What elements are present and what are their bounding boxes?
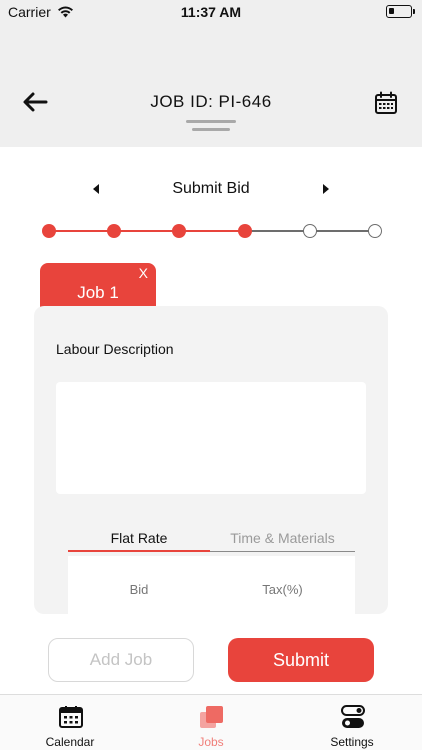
triangle-right-icon xyxy=(323,184,329,194)
submit-button[interactable]: Submit xyxy=(228,638,374,682)
step-dot-complete xyxy=(42,224,56,238)
bid-column-label: Bid xyxy=(129,582,149,597)
nav-item-calendar[interactable]: Calendar xyxy=(0,695,140,750)
progress-connector xyxy=(114,230,180,232)
remove-job-button[interactable]: X xyxy=(139,265,148,281)
status-time: 11:37 AM xyxy=(180,4,242,20)
progress-connector xyxy=(309,230,375,232)
labour-description-label: Labour Description xyxy=(56,341,174,357)
step-dot-pending xyxy=(368,224,382,238)
nav-label-jobs: Jobs xyxy=(198,735,224,749)
calendar-icon xyxy=(375,91,397,114)
tab-flat-rate[interactable]: Flat Rate xyxy=(68,530,210,546)
header: JOB ID: PI-646 xyxy=(0,24,422,147)
nav-item-jobs[interactable]: Jobs xyxy=(141,695,281,750)
nav-label-calendar: Calendar xyxy=(45,735,95,749)
labour-description-input[interactable] xyxy=(56,382,366,494)
calendar-button[interactable] xyxy=(374,91,398,115)
progress-stepper xyxy=(42,222,382,240)
drag-handle[interactable] xyxy=(186,120,236,134)
next-step-button[interactable] xyxy=(320,182,332,196)
toggle-settings-icon xyxy=(341,705,365,728)
page-title: JOB ID: PI-646 xyxy=(150,92,272,111)
step-dot-complete xyxy=(237,224,252,238)
flat-rate-panel: Bid Tax(%) xyxy=(68,556,355,614)
progress-connector xyxy=(49,230,115,232)
step-dot-complete xyxy=(172,224,187,238)
tab-time-materials[interactable]: Time & Materials xyxy=(210,530,355,546)
job-card: Labour Description Flat Rate Time & Mate… xyxy=(34,306,388,614)
rate-type-tabs: Flat Rate Time & Materials xyxy=(68,522,355,552)
active-tab-indicator xyxy=(68,550,210,552)
tax-column-label: Tax(%) xyxy=(262,582,303,597)
step-navigator: Submit Bid xyxy=(0,178,422,204)
calendar-icon xyxy=(59,706,83,728)
step-title: Submit Bid xyxy=(172,180,250,197)
nav-label-settings: Settings xyxy=(330,735,374,749)
add-job-button[interactable]: Add Job xyxy=(48,638,194,682)
progress-connector xyxy=(244,230,310,232)
step-dot-pending xyxy=(302,224,317,238)
step-dot-complete xyxy=(107,224,122,238)
battery-icon xyxy=(386,5,415,18)
jobs-stack-icon xyxy=(200,706,223,728)
job-tab-label: Job 1 xyxy=(77,283,119,302)
status-bar: Carrier 11:37 AM xyxy=(0,0,422,24)
progress-connector xyxy=(179,230,245,232)
tab-divider xyxy=(210,551,355,552)
bottom-navigation: Calendar Jobs Settings xyxy=(0,694,422,750)
nav-item-settings[interactable]: Settings xyxy=(282,695,422,750)
